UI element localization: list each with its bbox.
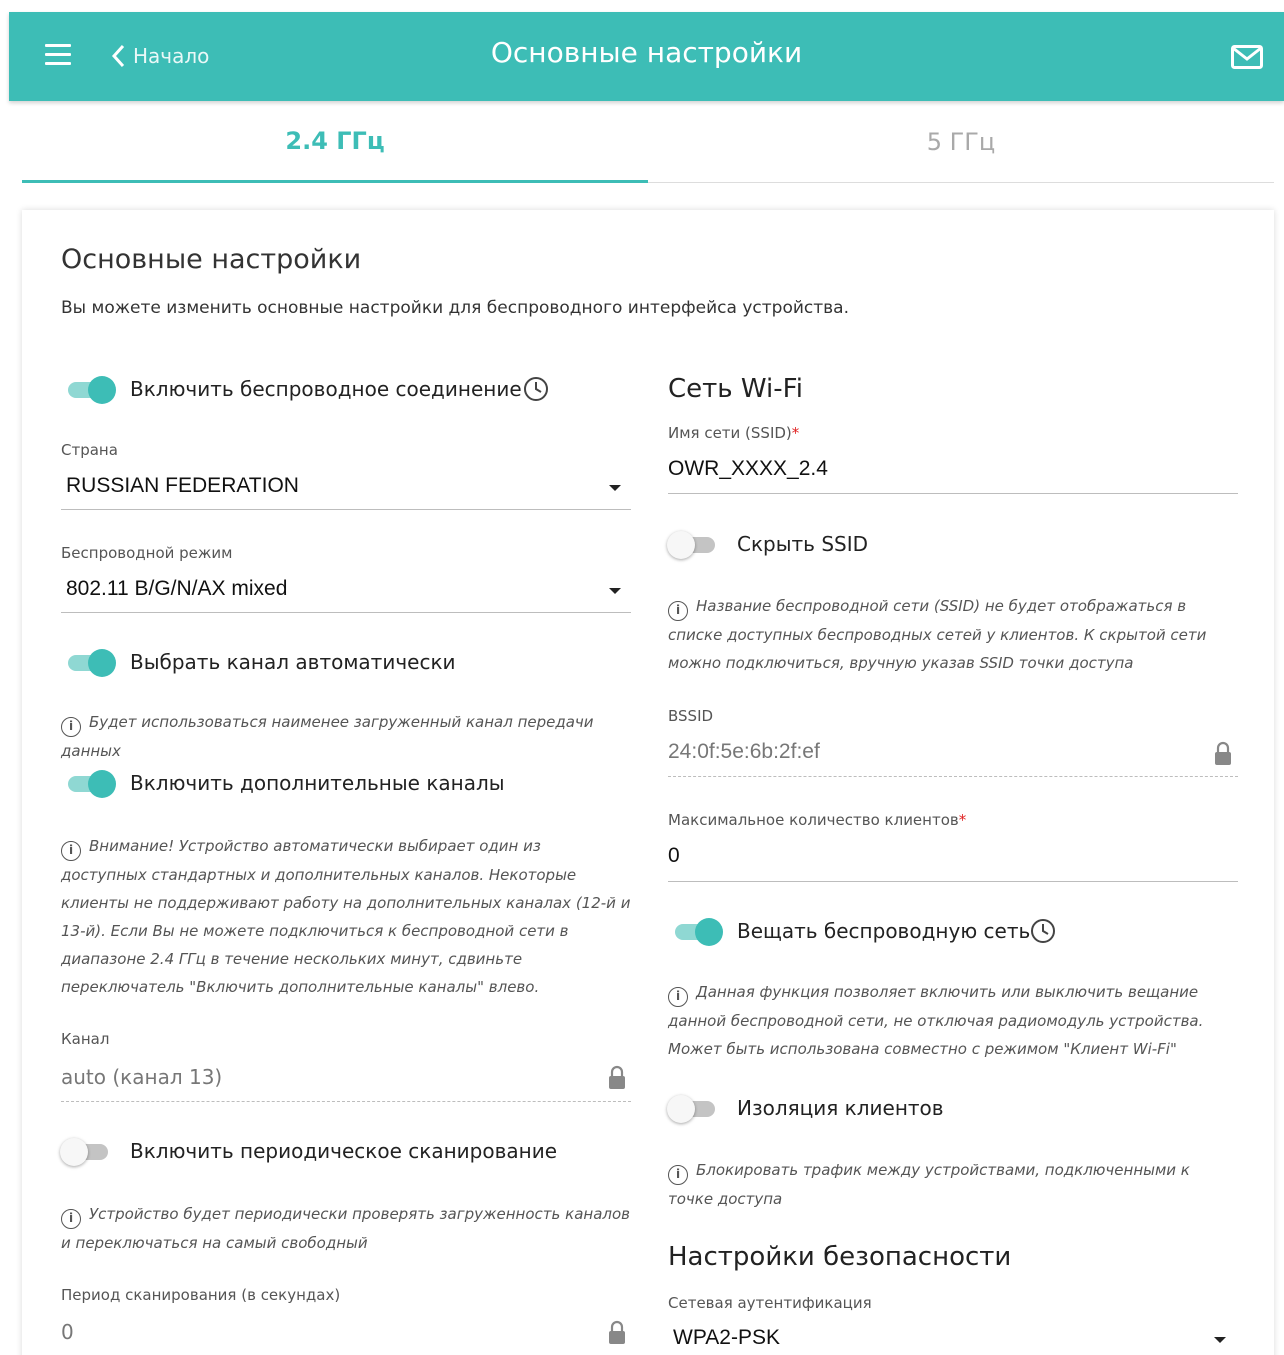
max-clients-underline [668, 881, 1238, 882]
periodic-scan-hint: Устройство будет периодически проверять … [61, 1205, 630, 1252]
mail-icon[interactable] [1231, 45, 1263, 69]
broadcast-hint-row: i Данная функция позволяет включить или в… [668, 978, 1238, 1063]
enable-wireless-label: Включить беспроводное соединение [130, 377, 522, 401]
max-clients-input[interactable]: 0 [668, 844, 680, 868]
auto-channel-hint: Будет использоваться наименее загруженны… [61, 713, 594, 760]
lock-icon [1215, 741, 1231, 765]
settings-card: Основные настройки Вы можете изменить ос… [22, 210, 1274, 1355]
scan-period-value: 0 [61, 1320, 74, 1344]
channel-label: Канал [61, 1030, 110, 1048]
country-underline [61, 509, 631, 510]
max-clients-label-text: Максимальное количество клиентов [668, 811, 959, 829]
extra-channels-toggle[interactable] [64, 768, 116, 800]
info-icon: i [61, 1209, 81, 1229]
periodic-scan-toggle[interactable] [60, 1136, 112, 1168]
caret-down-icon[interactable] [609, 485, 621, 491]
auto-channel-hint-row: i Будет использоваться наименее загруженн… [61, 708, 641, 765]
wireless-mode-label: Беспроводной режим [61, 544, 233, 562]
bssid-value: 24:0f:5e:6b:2f:ef [668, 740, 820, 763]
band-tabs: 2.4 ГГц 5 ГГц [22, 101, 1274, 183]
bssid-label: BSSID [668, 707, 714, 725]
country-select[interactable]: RUSSIAN FEDERATION [66, 474, 299, 498]
periodic-scan-label: Включить периодическое сканирование [130, 1139, 558, 1163]
tab-2-4ghz[interactable]: 2.4 ГГц [22, 101, 648, 183]
ssid-label: Имя сети (SSID)* [668, 424, 799, 442]
scan-period-label: Период сканирования (в секундах) [61, 1286, 341, 1304]
auth-select[interactable]: WPA2-PSK [673, 1326, 780, 1350]
periodic-scan-hint-row: i Устройство будет периодически проверять… [61, 1200, 631, 1257]
security-section-title: Настройки безопасности [668, 1242, 1012, 1272]
info-icon: i [61, 717, 81, 737]
country-label: Страна [61, 441, 118, 459]
wireless-mode-select[interactable]: 802.11 B/G/N/AX mixed [66, 577, 287, 601]
broadcast-hint: Данная функция позволяет включить или вы… [668, 983, 1204, 1058]
channel-value: auto (канал 13) [61, 1065, 223, 1089]
info-icon: i [668, 987, 688, 1007]
isolation-label: Изоляция клиентов [737, 1096, 944, 1120]
info-icon: i [668, 601, 688, 621]
isolation-toggle[interactable] [667, 1093, 719, 1125]
card-title: Основные настройки [61, 244, 362, 275]
extra-channels-hint-row: i Внимание! Устройство автоматически выби… [61, 832, 631, 1001]
top-bar: Начало Основные настройки [9, 12, 1284, 101]
required-mark: * [791, 424, 800, 442]
clock-icon[interactable] [1030, 918, 1056, 944]
wifi-section-title: Сеть Wi-Fi [668, 374, 803, 404]
hide-ssid-hint: Название беспроводной сети (SSID) не буд… [668, 597, 1207, 672]
page-title: Основные настройки [490, 36, 803, 69]
max-clients-label: Максимальное количество клиентов* [668, 811, 966, 829]
caret-down-icon[interactable] [1214, 1337, 1226, 1343]
enable-wireless-toggle[interactable] [64, 374, 116, 406]
isolation-hint: Блокировать трафик между устройствами, п… [668, 1161, 1190, 1208]
caret-down-icon[interactable] [609, 588, 621, 594]
lock-icon [609, 1065, 625, 1089]
info-icon: i [61, 841, 81, 861]
lock-icon [609, 1320, 625, 1344]
channel-underline [61, 1101, 631, 1102]
extra-channels-hint: Внимание! Устройство автоматически выбир… [61, 837, 631, 996]
isolation-hint-row: i Блокировать трафик между устройствами, … [668, 1156, 1238, 1213]
extra-channels-label: Включить дополнительные каналы [130, 771, 505, 795]
ssid-label-text: Имя сети (SSID) [668, 424, 792, 442]
auto-channel-label: Выбрать канал автоматически [130, 650, 456, 674]
ssid-underline [668, 493, 1238, 494]
broadcast-label: Вещать беспроводную сеть [737, 919, 1031, 943]
hide-ssid-toggle[interactable] [667, 529, 719, 561]
tab-5ghz[interactable]: 5 ГГц [648, 101, 1274, 183]
hide-ssid-hint-row: i Название беспроводной сети (SSID) не бу… [668, 592, 1238, 677]
auto-channel-toggle[interactable] [64, 647, 116, 679]
broadcast-toggle[interactable] [671, 916, 723, 948]
bssid-underline [668, 776, 1238, 777]
required-mark: * [958, 811, 967, 829]
clock-icon[interactable] [523, 376, 549, 402]
hide-ssid-label: Скрыть SSID [737, 532, 869, 556]
ssid-input[interactable]: OWR_XXXX_2.4 [668, 457, 828, 481]
info-icon: i [668, 1165, 688, 1185]
wireless-mode-underline [61, 612, 631, 613]
card-description: Вы можете изменить основные настройки дл… [61, 298, 849, 318]
auth-label: Сетевая аутентификация [668, 1294, 872, 1312]
